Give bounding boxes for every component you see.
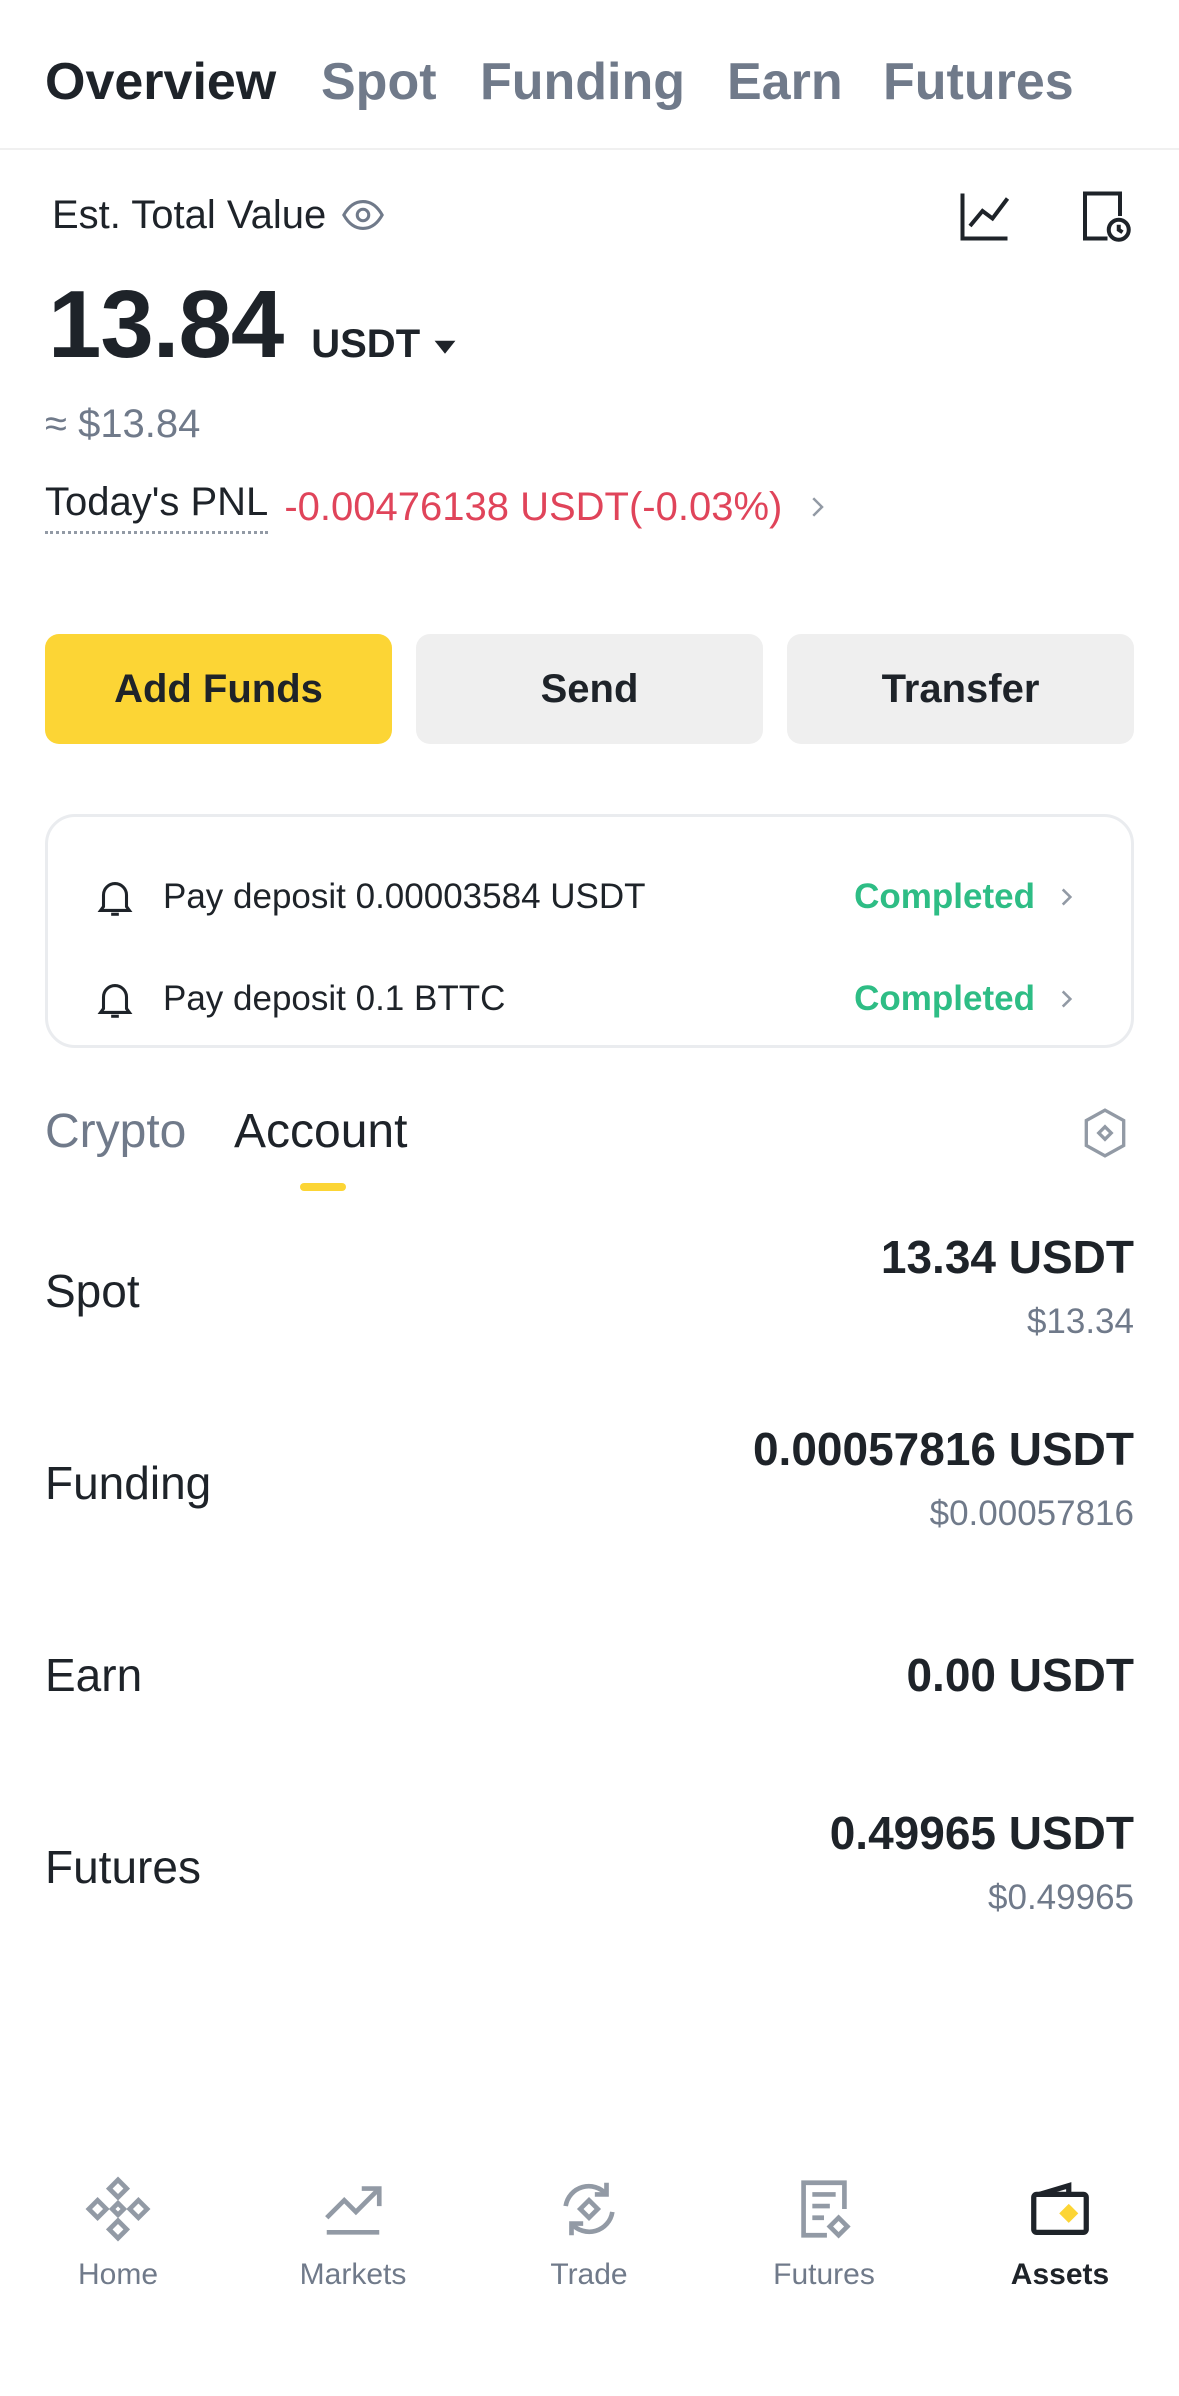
bell-icon: [97, 882, 133, 916]
home-icon: [85, 2176, 151, 2242]
chevron-right-icon[interactable]: [1053, 884, 1079, 910]
total-value: 13.84: [48, 271, 284, 378]
account-name: Earn: [45, 1649, 143, 1701]
nav-trade[interactable]: Trade: [489, 2150, 689, 2292]
account-amount: 0.00 USDT: [906, 1649, 1134, 1701]
usd-approx-value: ≈ $13.84: [45, 402, 201, 446]
tab-account[interactable]: Account: [234, 1102, 407, 1162]
notification-row[interactable]: Pay deposit 0.00003584 USDT Completed: [48, 862, 1131, 932]
nav-home[interactable]: Home: [18, 2150, 218, 2292]
notifications-card: Pay deposit 0.00003584 USDT Completed Pa…: [45, 814, 1134, 1048]
tab-crypto[interactable]: Crypto: [45, 1102, 186, 1162]
active-tab-indicator: [300, 1183, 346, 1191]
est-total-row: Est. Total Value: [52, 192, 386, 238]
account-usd-value: $13.34: [1026, 1302, 1134, 1341]
tab-overview[interactable]: Overview: [45, 52, 276, 112]
account-name: Spot: [45, 1265, 140, 1317]
document-clock-icon[interactable]: [1075, 186, 1135, 246]
trade-swap-icon: [563, 2182, 615, 2236]
tab-funding[interactable]: Funding: [480, 52, 685, 112]
notification-text: Pay deposit 0.00003584 USDT: [163, 877, 646, 916]
transfer-button[interactable]: Transfer: [787, 634, 1134, 744]
chevron-right-icon[interactable]: [1053, 986, 1079, 1012]
account-row-funding[interactable]: Funding 0.00057816 USDT $0.00057816: [45, 1422, 1134, 1562]
nav-label: Trade: [550, 2258, 628, 2291]
markets-chart-icon: [325, 2186, 382, 2235]
hexagon-settings-icon[interactable]: [1080, 1106, 1130, 1160]
nav-label: Home: [77, 2258, 159, 2291]
pnl-label[interactable]: Today's PNL: [45, 480, 269, 534]
nav-markets[interactable]: Markets: [253, 2150, 453, 2292]
bottom-nav: Home Markets Trade Futures Assets: [0, 2150, 1179, 2340]
account-amount: 13.34 USDT: [880, 1231, 1134, 1283]
chevron-right-icon[interactable]: [802, 492, 832, 522]
notification-status: Completed: [854, 877, 1035, 916]
notification-text: Pay deposit 0.1 BTTC: [163, 979, 506, 1018]
notification-row[interactable]: Pay deposit 0.1 BTTC Completed: [48, 964, 1131, 1034]
account-usd-value: $0.00057816: [929, 1494, 1134, 1533]
bell-icon: [97, 984, 133, 1018]
nav-label: Markets: [299, 2258, 407, 2291]
line-chart-icon[interactable]: [955, 186, 1015, 246]
account-amount: 0.49965 USDT: [829, 1807, 1134, 1859]
total-value-row: 13.84 USDT: [48, 270, 458, 380]
nav-futures[interactable]: Futures: [724, 2150, 924, 2292]
tab-futures[interactable]: Futures: [883, 52, 1074, 112]
nav-label: Assets: [1010, 2258, 1110, 2291]
futures-document-icon: [801, 2180, 851, 2239]
eye-icon[interactable]: [340, 192, 386, 238]
account-row-futures[interactable]: Futures 0.49965 USDT $0.49965: [45, 1806, 1134, 1946]
nav-assets[interactable]: Assets: [960, 2150, 1160, 2292]
account-name: Funding: [45, 1457, 212, 1509]
est-total-label: Est. Total Value: [52, 192, 327, 237]
send-button[interactable]: Send: [416, 634, 763, 744]
account-row-spot[interactable]: Spot 13.34 USDT $13.34: [45, 1230, 1134, 1370]
nav-label: Futures: [773, 2258, 875, 2291]
top-tab-bar: Overview Spot Funding Earn Futures: [0, 0, 1179, 150]
wallet-icon: [1031, 2182, 1089, 2235]
pnl-value: -0.00476138 USDT(-0.03%): [284, 484, 783, 529]
pnl-row[interactable]: Today's PNL -0.00476138 USDT(-0.03%): [45, 480, 832, 534]
tab-spot[interactable]: Spot: [321, 52, 437, 112]
currency-selector[interactable]: USDT: [311, 322, 420, 367]
account-amount: 0.00057816 USDT: [752, 1423, 1134, 1475]
tab-earn[interactable]: Earn: [727, 52, 843, 112]
account-name: Futures: [45, 1841, 201, 1893]
add-funds-button[interactable]: Add Funds: [45, 634, 392, 744]
notification-status: Completed: [854, 979, 1035, 1018]
account-row-earn[interactable]: Earn 0.00 USDT: [45, 1614, 1134, 1754]
account-usd-value: $0.49965: [988, 1878, 1134, 1917]
caret-down-icon[interactable]: [432, 333, 458, 359]
